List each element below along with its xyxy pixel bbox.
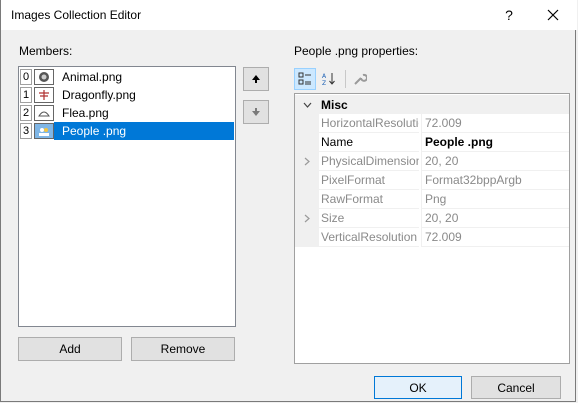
- property-name: VerticalResolution: [319, 228, 419, 247]
- row-gutter: [295, 171, 319, 190]
- member-name: People .png: [62, 124, 127, 138]
- property-row-raw-format[interactable]: RawFormat Png: [295, 190, 569, 209]
- member-name: Animal.png: [62, 70, 123, 84]
- property-value: Format32bppArgb: [421, 171, 569, 190]
- member-item-flea[interactable]: 2 Flea.png: [20, 104, 234, 122]
- property-name: Size: [319, 209, 419, 228]
- window-title: Images Collection Editor: [11, 8, 142, 22]
- alphabetical-button[interactable]: A Z: [318, 68, 340, 90]
- ok-button[interactable]: OK: [374, 376, 462, 399]
- property-pages-button[interactable]: [349, 68, 371, 90]
- flea-image-icon: [34, 105, 54, 121]
- property-value-input[interactable]: People .png: [421, 133, 569, 152]
- close-button[interactable]: [531, 0, 575, 30]
- people-image-icon: [34, 123, 54, 139]
- row-gutter: [295, 133, 319, 152]
- help-button[interactable]: ?: [487, 0, 531, 30]
- member-item-people[interactable]: 3 People .png: [20, 122, 234, 140]
- property-row-size[interactable]: Size 20, 20: [295, 209, 569, 228]
- move-up-button[interactable]: [243, 67, 269, 91]
- member-name: Flea.png: [62, 106, 109, 120]
- member-item-animal[interactable]: 0 Animal.png: [20, 68, 234, 86]
- property-name: RawFormat: [319, 190, 419, 209]
- alphabetical-icon: A Z: [322, 73, 335, 86]
- member-index: 3: [20, 123, 32, 139]
- arrow-down-icon: [252, 108, 260, 116]
- property-value: 72.009: [421, 114, 569, 133]
- add-button[interactable]: Add: [18, 337, 122, 361]
- property-row-vertical-resolution[interactable]: VerticalResolution 72.009: [295, 228, 569, 247]
- member-item-dragonfly[interactable]: 1 Dragonfly.png: [20, 86, 234, 104]
- member-index: 2: [20, 105, 32, 121]
- property-grid[interactable]: Misc HorizontalResolution 72.009 Name Pe…: [294, 93, 570, 364]
- member-name: Dragonfly.png: [62, 88, 136, 102]
- svg-text:A: A: [322, 73, 327, 80]
- collapse-chevron-icon[interactable]: [295, 95, 319, 114]
- category-row-misc[interactable]: Misc: [295, 95, 569, 114]
- category-label: Misc: [321, 97, 348, 112]
- property-value: 20, 20: [421, 209, 569, 228]
- property-row-pixel-format[interactable]: PixelFormat Format32bppArgb: [295, 171, 569, 190]
- property-pages-icon: [354, 73, 367, 85]
- title-bar: Images Collection Editor ?: [1, 0, 577, 30]
- members-list[interactable]: 0 Animal.png 1 Dragonfly.png 2 Flea.png …: [18, 66, 236, 327]
- property-grid-toolbar: A Z: [294, 67, 373, 91]
- categorized-icon: [298, 72, 311, 85]
- close-icon: [547, 9, 559, 21]
- cancel-button[interactable]: Cancel: [471, 376, 561, 399]
- svg-text:Z: Z: [322, 80, 326, 86]
- animal-image-icon: [34, 69, 54, 85]
- row-gutter: [295, 114, 319, 133]
- dragonfly-image-icon: [34, 87, 54, 103]
- member-index: 0: [20, 69, 32, 85]
- images-collection-editor-dialog: Images Collection Editor ? Members: 0 An…: [0, 0, 577, 402]
- property-row-physical-dimension[interactable]: PhysicalDimension 20, 20: [295, 152, 569, 171]
- arrow-up-icon: [252, 75, 260, 83]
- property-name: Name: [319, 133, 419, 152]
- member-index: 1: [20, 87, 32, 103]
- property-name: HorizontalResolution: [319, 114, 419, 133]
- row-gutter: [295, 190, 319, 209]
- property-row-horizontal-resolution[interactable]: HorizontalResolution 72.009: [295, 114, 569, 133]
- toolbar-separator: [345, 70, 346, 88]
- expand-chevron-icon[interactable]: [295, 152, 319, 171]
- property-value: 20, 20: [421, 152, 569, 171]
- properties-label: People .png properties:: [294, 44, 419, 58]
- property-name: PixelFormat: [319, 171, 419, 190]
- property-value: Png: [421, 190, 569, 209]
- move-down-button[interactable]: [243, 100, 269, 124]
- property-name: PhysicalDimension: [319, 152, 419, 171]
- members-label: Members:: [19, 44, 73, 58]
- property-value: 72.009: [421, 228, 569, 247]
- expand-chevron-icon[interactable]: [295, 209, 319, 228]
- remove-button[interactable]: Remove: [131, 337, 235, 361]
- categorized-button[interactable]: [294, 68, 316, 90]
- row-gutter: [295, 228, 319, 247]
- property-row-name[interactable]: Name People .png: [295, 133, 569, 152]
